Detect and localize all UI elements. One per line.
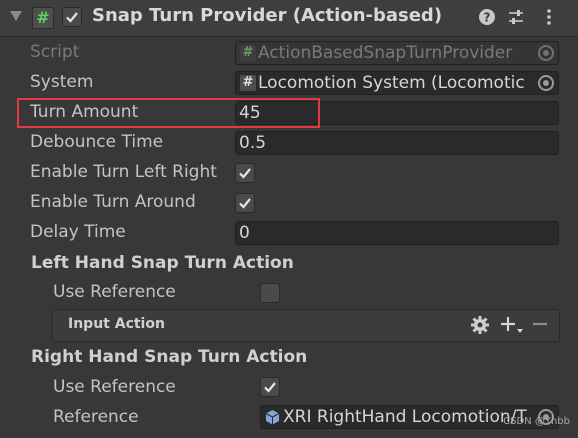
- reference-label: Reference: [53, 407, 139, 427]
- enable-turn-left-right-label: Enable Turn Left Right: [30, 162, 217, 182]
- presets-icon[interactable]: [507, 8, 525, 26]
- right-hand-section-header: Right Hand Snap Turn Action: [31, 347, 308, 367]
- input-action-label: Input Action: [68, 316, 165, 332]
- component-enabled-checkbox[interactable]: [62, 7, 82, 27]
- script-hash-icon: #: [240, 45, 256, 61]
- delay-time-input[interactable]: 0: [235, 221, 559, 245]
- system-value: Locomotion System (Locomotic: [258, 73, 525, 93]
- component-title: Snap Turn Provider (Action-based): [92, 5, 443, 26]
- object-picker-icon: [538, 45, 554, 61]
- input-action-reference-icon: [265, 410, 280, 425]
- script-field: # ActionBasedSnapTurnProvider: [235, 41, 559, 65]
- enable-turn-left-right-checkbox[interactable]: [235, 163, 255, 183]
- help-icon[interactable]: ?: [478, 8, 496, 26]
- svg-text:?: ?: [484, 11, 491, 25]
- system-field[interactable]: # Locomotion System (Locomotic: [235, 71, 559, 95]
- script-hash-icon: #: [32, 7, 54, 29]
- debounce-time-label: Debounce Time: [30, 132, 164, 152]
- system-label: System: [30, 72, 94, 92]
- highlight-box: [17, 98, 320, 128]
- script-label: Script: [30, 42, 80, 62]
- reference-value: XRI RightHand Locomotion/T: [283, 407, 527, 427]
- object-picker-icon[interactable]: [538, 75, 554, 91]
- add-plus-dropdown-icon[interactable]: [500, 315, 524, 335]
- delay-time-label: Delay Time: [30, 222, 126, 242]
- left-hand-section-header: Left Hand Snap Turn Action: [31, 253, 294, 273]
- script-hash-icon: #: [240, 75, 256, 91]
- settings-gear-icon[interactable]: [470, 315, 490, 335]
- left-use-reference-checkbox[interactable]: [260, 283, 280, 303]
- debounce-time-input[interactable]: 0.5: [235, 131, 559, 155]
- menu-icon[interactable]: [540, 8, 558, 26]
- right-use-reference-label: Use Reference: [53, 377, 176, 397]
- script-value: ActionBasedSnapTurnProvider: [258, 43, 513, 63]
- left-use-reference-label: Use Reference: [53, 282, 176, 302]
- foldout-arrow-icon[interactable]: [10, 11, 22, 21]
- remove-minus-icon[interactable]: [532, 315, 548, 335]
- enable-turn-around-checkbox[interactable]: [235, 193, 255, 213]
- watermark: CSDN @Yhbb: [503, 416, 570, 427]
- right-use-reference-checkbox[interactable]: [260, 377, 280, 397]
- delay-time-value: 0: [239, 223, 250, 243]
- debounce-time-value: 0.5: [239, 133, 267, 153]
- enable-turn-around-label: Enable Turn Around: [30, 192, 196, 212]
